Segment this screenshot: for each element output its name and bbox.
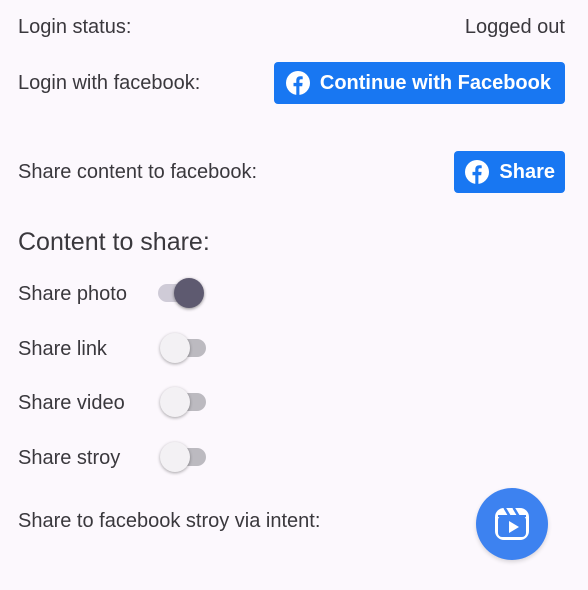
share-story-intent-button[interactable] — [476, 488, 548, 560]
switch-thumb — [160, 442, 190, 472]
facebook-icon — [285, 71, 310, 95]
share-link-switch[interactable] — [160, 332, 222, 366]
share-content-label: Share content to facebook: — [18, 160, 258, 183]
share-content-row: Share content to facebook: Share — [18, 151, 565, 193]
toggle-row-share-photo: Share photo — [18, 277, 208, 311]
share-button[interactable]: Share — [454, 151, 565, 193]
share-video-label: Share video — [18, 391, 125, 414]
share-link-label: Share link — [18, 337, 107, 360]
login-status-label: Login status: — [18, 15, 132, 38]
login-facebook-label: Login with facebook: — [18, 71, 201, 94]
switch-thumb — [174, 278, 204, 308]
login-status-value: Logged out — [464, 15, 565, 38]
share-story-switch[interactable] — [160, 441, 222, 475]
share-video-switch[interactable] — [160, 386, 222, 420]
content-to-share-heading: Content to share: — [18, 228, 210, 256]
toggle-row-share-link: Share link — [18, 332, 222, 366]
toggle-row-share-story: Share stroy — [18, 441, 222, 475]
toggle-row-share-video: Share video — [18, 386, 222, 420]
story-intent-label: Share to facebook stroy via intent: — [18, 510, 321, 532]
switch-thumb — [160, 387, 190, 417]
share-button-label: Share — [499, 160, 555, 183]
share-photo-label: Share photo — [18, 282, 127, 305]
facebook-icon — [465, 160, 490, 184]
share-photo-switch[interactable] — [158, 277, 208, 311]
login-facebook-row: Login with facebook: Continue with Faceb… — [18, 62, 565, 104]
reels-icon — [493, 505, 531, 543]
continue-with-facebook-label: Continue with Facebook — [319, 71, 551, 94]
switch-thumb — [160, 333, 190, 363]
share-story-label: Share stroy — [18, 446, 121, 469]
login-status-row: Login status: Logged out — [18, 12, 565, 42]
continue-with-facebook-button[interactable]: Continue with Facebook — [273, 62, 565, 104]
